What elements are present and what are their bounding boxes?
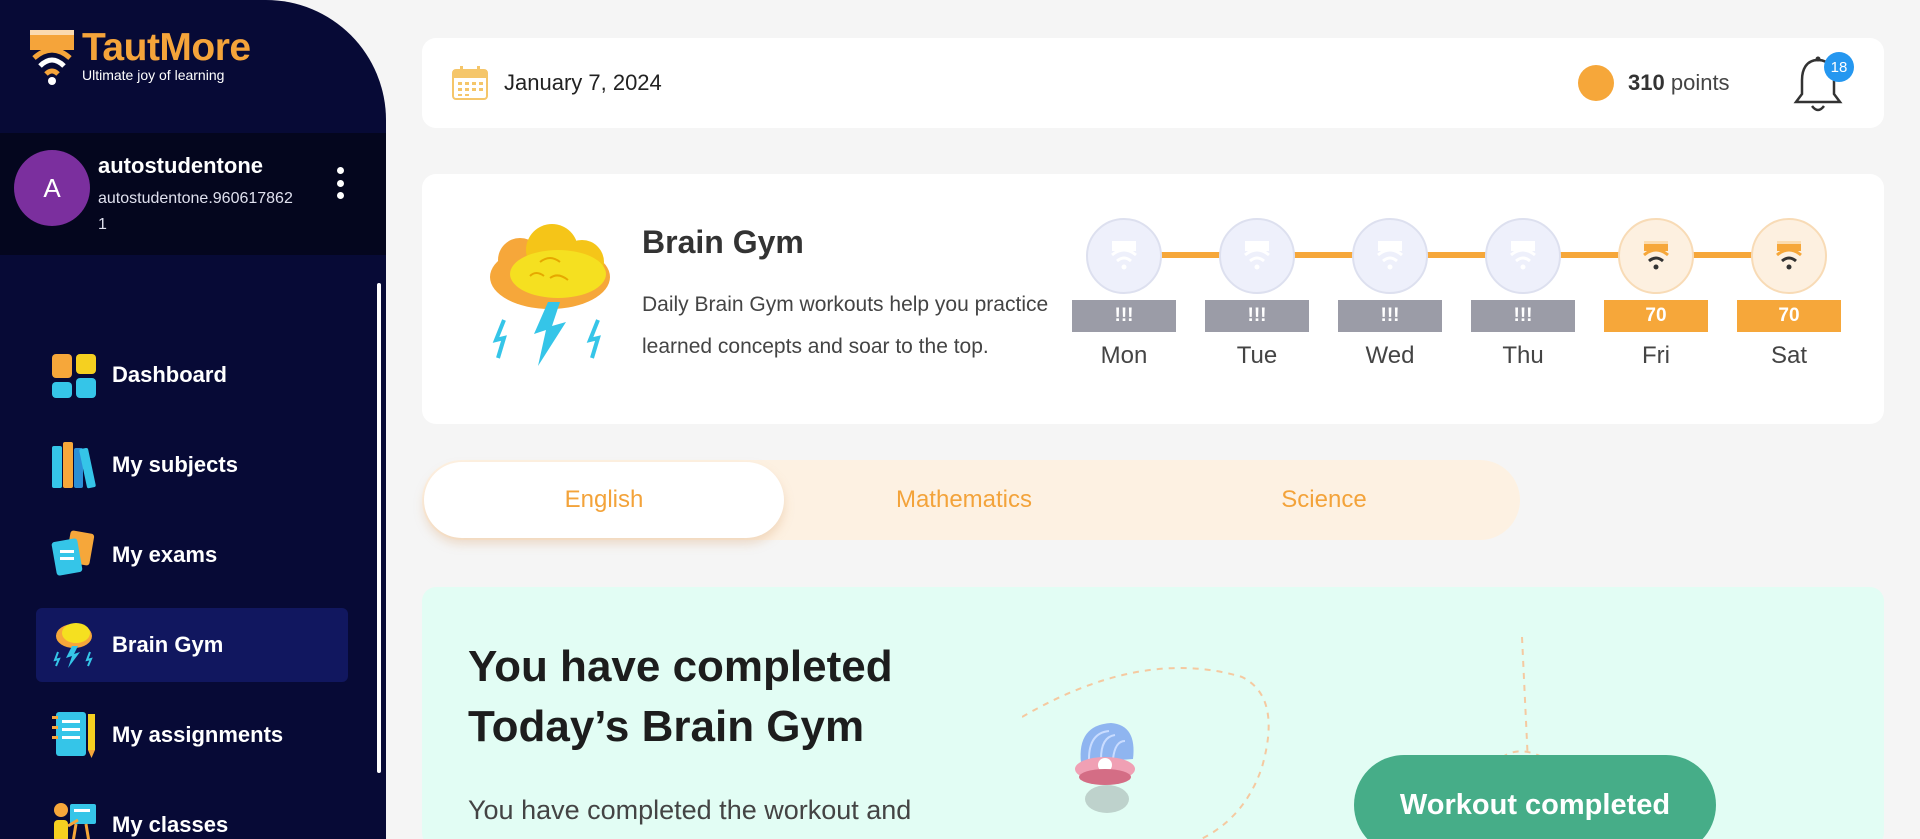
- streak-day-tue: !!! Tue: [1205, 218, 1309, 370]
- wifi-icon: [1485, 218, 1561, 294]
- dashboard-icon: [52, 354, 96, 398]
- exam-cards-icon: [51, 530, 95, 576]
- day-score: !!!: [1072, 300, 1176, 332]
- streak-day-thu: !!! Thu: [1471, 218, 1575, 370]
- more-options-icon[interactable]: [328, 163, 352, 203]
- streak-day-mon: !!! Mon: [1072, 218, 1176, 370]
- completion-message: You have completed the workout and: [468, 795, 912, 825]
- day-score: 70: [1604, 300, 1708, 332]
- pearl-shell-icon: [1075, 723, 1135, 813]
- streak-day-wed: !!! Wed: [1338, 218, 1442, 370]
- user-email: autostudentone.9606178621: [98, 190, 293, 233]
- classroom-icon: [54, 803, 96, 839]
- tab-mathematics[interactable]: Mathematics: [784, 462, 1144, 538]
- sidebar-item-my-assignments[interactable]: My assignments: [36, 698, 348, 772]
- completion-title-line2: Today’s Brain Gym: [468, 702, 865, 751]
- brain-gym-card: Brain Gym Daily Brain Gym workouts help …: [422, 174, 1884, 424]
- day-score: !!!: [1338, 300, 1442, 332]
- day-label: Wed: [1365, 342, 1415, 369]
- notebook-icon: [52, 712, 95, 758]
- points-value: 310: [1628, 70, 1665, 95]
- tab-science[interactable]: Science: [1144, 462, 1504, 538]
- subject-tabs: English Mathematics Science: [422, 460, 1520, 540]
- day-score: !!!: [1205, 300, 1309, 332]
- brand-logo[interactable]: TautMore Ultimate joy of learning: [28, 28, 251, 88]
- brand-name: TautMore: [82, 26, 251, 69]
- wifi-icon: [1352, 218, 1428, 294]
- brand-tagline: Ultimate joy of learning: [82, 67, 225, 83]
- wifi-icon: [1219, 218, 1295, 294]
- sidebar-item-label: My subjects: [112, 452, 238, 477]
- coin-icon: [1578, 65, 1614, 101]
- notification-badge[interactable]: 18: [1824, 52, 1854, 82]
- weekly-streak: !!! Mon !!! Tue !!! Wed !!! Thu 70 Fri 7…: [1072, 218, 1852, 388]
- sidebar-item-dashboard[interactable]: Dashboard: [36, 338, 348, 412]
- sidebar-item-label: Brain Gym: [112, 632, 224, 657]
- tab-english[interactable]: English: [424, 462, 784, 538]
- calendar-icon: [452, 66, 488, 100]
- sidebar-item-label: My assignments: [112, 722, 284, 747]
- user-name: autostudentone: [98, 153, 263, 178]
- day-label: Tue: [1236, 342, 1278, 369]
- sidebar-scrollbar[interactable]: [377, 283, 381, 773]
- sidebar-item-label: My exams: [112, 542, 218, 567]
- points-display: 310 points: [1628, 70, 1730, 96]
- completion-panel: You have completed Today’s Brain Gym You…: [422, 587, 1884, 839]
- completion-title: You have completed Today’s Brain Gym: [468, 637, 893, 757]
- brain-gym-title: Brain Gym: [642, 224, 804, 260]
- day-score: !!!: [1471, 300, 1575, 332]
- user-card: A autostudentone autostudentone.96061786…: [0, 133, 386, 255]
- avatar[interactable]: A: [14, 150, 90, 226]
- points-unit: points: [1670, 70, 1730, 95]
- streak-day-fri: 70 Fri: [1604, 218, 1708, 370]
- sidebar-item-brain-gym[interactable]: Brain Gym: [36, 608, 348, 682]
- books-icon: [52, 442, 96, 489]
- day-score: 70: [1737, 300, 1841, 332]
- day-label: Mon: [1100, 342, 1148, 369]
- brain-cloud-icon: [490, 224, 610, 366]
- sidebar-item-label: Dashboard: [112, 362, 227, 387]
- wifi-icon: [1086, 218, 1162, 294]
- completion-title-line1: You have completed: [468, 642, 893, 691]
- current-date: January 7, 2024: [504, 70, 662, 95]
- sidebar-item-label: My classes: [112, 812, 229, 837]
- top-bar: January 7, 2024 310 points 18: [422, 38, 1884, 128]
- sidebar: TautMore Ultimate joy of learning A auto…: [0, 0, 386, 839]
- sidebar-nav: Dashboard My subjects My exams Brain Gym…: [36, 338, 348, 839]
- tautmore-logo-icon: [1618, 218, 1694, 294]
- workout-completed-button[interactable]: Workout completed: [1354, 755, 1716, 839]
- sidebar-item-my-classes[interactable]: My classes: [36, 788, 348, 839]
- brain-cloud-icon: [53, 623, 93, 668]
- streak-day-sat: 70 Sat: [1737, 218, 1841, 370]
- sidebar-item-my-subjects[interactable]: My subjects: [36, 428, 348, 502]
- day-label: Fri: [1642, 342, 1670, 369]
- tautmore-logo-icon: [1751, 218, 1827, 294]
- logo-icon: [30, 30, 74, 85]
- day-label: Sat: [1770, 342, 1808, 369]
- sidebar-item-my-exams[interactable]: My exams: [36, 518, 348, 592]
- day-label: Thu: [1502, 342, 1544, 369]
- brain-gym-description: Daily Brain Gym workouts help you practi…: [642, 293, 1049, 358]
